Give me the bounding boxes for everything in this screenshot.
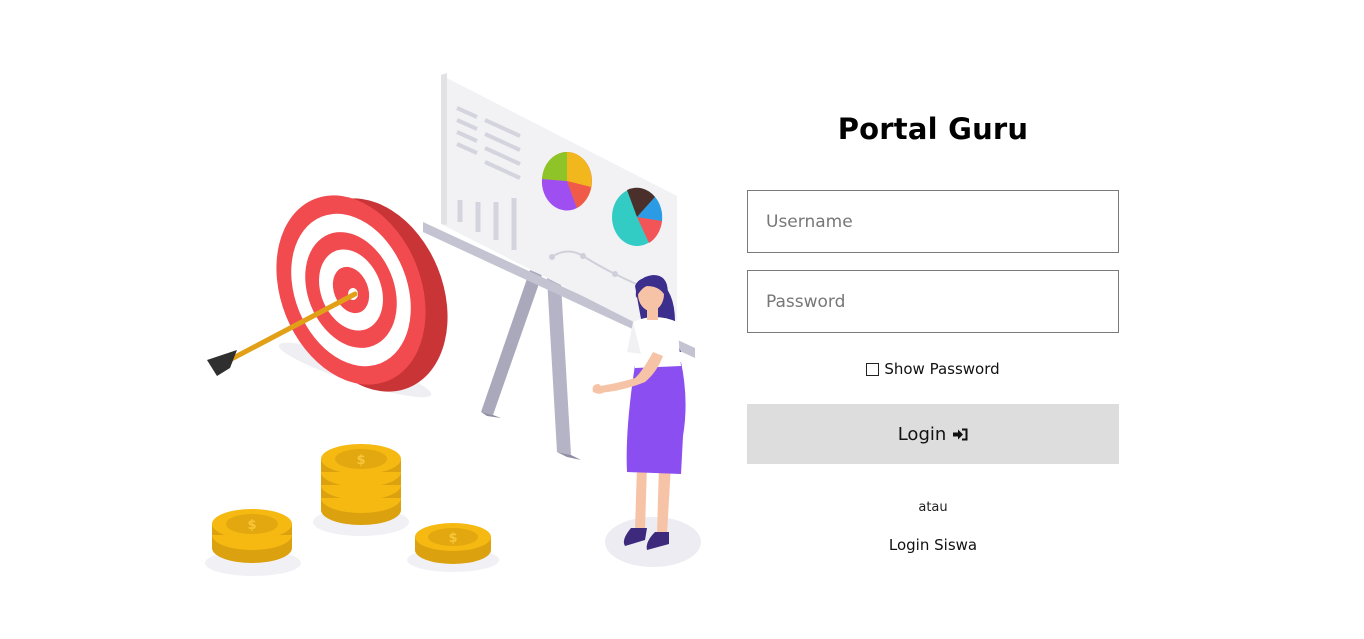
presentation-illustration: $ $ $ <box>195 60 715 590</box>
login-form: Portal Guru Show Password Login atau Log… <box>747 108 1119 554</box>
show-password-label: Show Password <box>884 360 1000 378</box>
login-button-label: Login <box>897 423 947 445</box>
login-button[interactable]: Login <box>747 404 1119 464</box>
password-input[interactable] <box>747 270 1119 333</box>
svg-text:$: $ <box>356 453 365 468</box>
sign-in-icon <box>953 428 968 441</box>
page-title: Portal Guru <box>837 112 1029 146</box>
svg-text:$: $ <box>448 531 457 546</box>
student-login-link[interactable]: Login Siswa <box>889 536 977 554</box>
username-input[interactable] <box>747 190 1119 253</box>
show-password-toggle[interactable]: Show Password <box>747 359 1119 379</box>
separator-text: atau <box>918 500 948 515</box>
show-password-checkbox[interactable] <box>866 362 880 376</box>
svg-text:$: $ <box>247 518 256 533</box>
